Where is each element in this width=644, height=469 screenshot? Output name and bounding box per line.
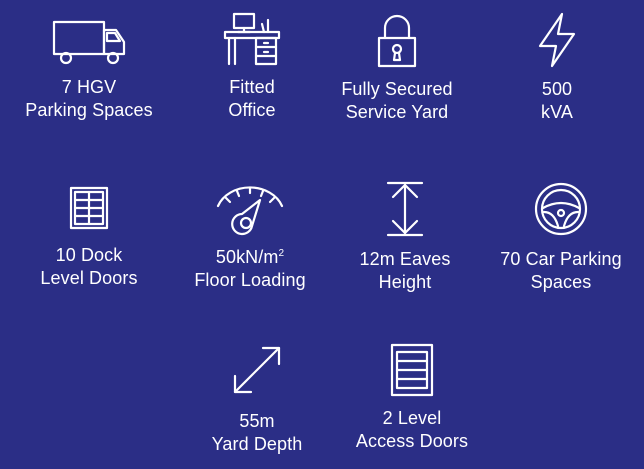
feature-line2: Service Yard [345, 102, 449, 122]
padlock-icon [377, 14, 417, 68]
feature-dock-doors: 10 Dock Level Doors [14, 182, 164, 290]
steering-wheel-icon [534, 182, 588, 236]
feature-line2: Height [378, 272, 432, 292]
feature-floor-loading: 50kN/m2 Floor Loading [175, 182, 325, 292]
feature-line1: 12m Eaves [359, 249, 451, 269]
feature-yard-depth: 55m Yard Depth [182, 340, 332, 456]
feature-line1: 7 HGV [61, 77, 117, 97]
feature-secured-yard: Fully Secured Service Yard [322, 12, 472, 124]
feature-eaves-height: 12m Eaves Height [330, 180, 480, 294]
feature-line2: Level Doors [40, 268, 138, 288]
feature-line1: 70 Car Parking [500, 249, 622, 269]
feature-line2: Office [228, 100, 276, 120]
feature-line1: 2 Level [382, 408, 442, 428]
feature-line2: Spaces [530, 272, 592, 292]
features-panel: 7 HGV Parking Spaces Fitted Office Fully… [0, 0, 644, 469]
feature-fitted-office: Fitted Office [177, 12, 327, 122]
floor-loading-value: 50kN/m [215, 247, 279, 267]
lightning-bolt-icon [538, 12, 576, 68]
desk-icon [223, 12, 281, 66]
feature-line1: Fitted [229, 77, 275, 97]
feature-line2: Parking Spaces [25, 100, 153, 120]
vertical-height-arrow-icon [386, 181, 424, 237]
dock-door-icon [69, 186, 109, 230]
feature-power-supply: 500 kVA [482, 12, 632, 124]
diagonal-arrow-icon [233, 346, 281, 394]
feature-hgv-parking: 7 HGV Parking Spaces [14, 12, 164, 122]
floor-loading-superscript: 2 [278, 248, 285, 259]
feature-line2: kVA [541, 102, 573, 122]
feature-line1: 10 Dock [55, 245, 123, 265]
roller-door-icon [390, 343, 434, 397]
feature-line1: 500 [541, 79, 573, 99]
feature-line2: Access Doors [355, 431, 469, 451]
feature-level-access-doors: 2 Level Access Doors [337, 343, 487, 453]
feature-line2: Yard Depth [211, 434, 303, 454]
feature-car-parking: 70 Car Parking Spaces [486, 180, 636, 294]
feature-line2: Floor Loading [194, 270, 306, 290]
feature-line1: 55m [239, 411, 275, 431]
truck-icon [52, 20, 126, 65]
feature-line1: 50kN/m2 [175, 246, 325, 269]
gauge-weight-icon [216, 186, 284, 236]
feature-line1: Fully Secured [341, 79, 453, 99]
